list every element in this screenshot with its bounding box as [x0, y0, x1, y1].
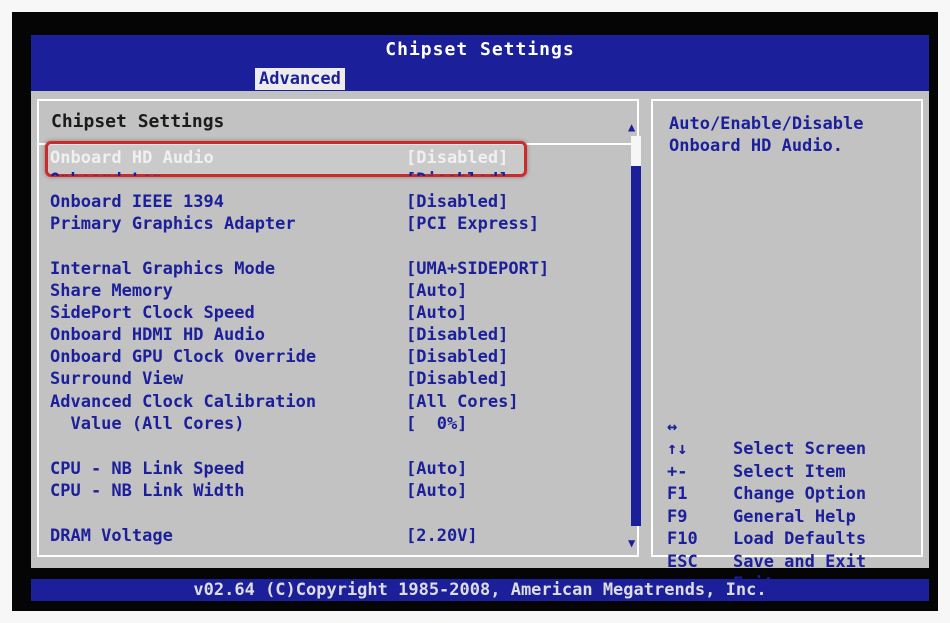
setting-advanced-clock-calibration[interactable]: Advanced Clock Calibration [All Cores]: [50, 391, 550, 413]
setting-value[interactable]: [2.20V]: [406, 525, 478, 547]
setting-label: Value (All Cores): [50, 414, 245, 434]
key-esc: ESC: [667, 551, 698, 572]
setting-value[interactable]: [Disabled]: [406, 368, 508, 390]
setting-label: Advanced Clock Calibration: [50, 392, 317, 412]
key-row: ↑↓ Select Item: [667, 416, 917, 482]
setting-hdmi-audio[interactable]: Onboard HDMI HD Audio [Disabled]: [50, 324, 550, 346]
settings-pane: Chipset Settings Onboard HD Audio [Disab…: [37, 99, 641, 557]
setting-label: Onboard HD Audio: [50, 148, 214, 168]
setting-onboard-ieee1394[interactable]: Onboard IEEE 1394 [Disabled]: [50, 191, 550, 213]
scroll-up-icon[interactable]: ▲: [628, 121, 635, 133]
setting-label: SidePort Clock Speed: [50, 303, 255, 323]
key-row: F1 General Help: [667, 461, 917, 527]
setting-label: Share Memory: [50, 281, 173, 301]
setting-value[interactable]: [Disabled]: [406, 147, 508, 169]
tab-advanced[interactable]: Advanced: [255, 68, 345, 90]
setting-value[interactable]: [Disabled]: [406, 191, 508, 213]
setting-label: Onboard IEEE 1394: [50, 192, 224, 212]
setting-value[interactable]: [All Cores]: [406, 391, 519, 413]
setting-label: Onboard HDMI HD Audio: [50, 325, 265, 345]
setting-label: Internal Graphics Mode: [50, 259, 276, 279]
key-row: ↔ Select Screen: [667, 393, 917, 460]
bios-title: Chipset Settings: [385, 39, 575, 60]
help-text: Auto/Enable/Disable Onboard HD Audio.: [669, 114, 864, 156]
setting-value-all-cores[interactable]: Value (All Cores) [ 0%]: [50, 413, 550, 435]
setting-primary-graphics[interactable]: Primary Graphics Adapter [PCI Express]: [50, 213, 550, 235]
scroll-thumb[interactable]: [631, 166, 641, 526]
scroll-down-icon[interactable]: ▼: [628, 537, 635, 549]
setting-value[interactable]: [Auto]: [406, 480, 467, 502]
setting-label: CPU - NB Link Width: [50, 481, 245, 501]
key-legend: ↔ Select Screen ↑↓ Select Item +- Change…: [667, 393, 917, 595]
setting-gpu-clock-override[interactable]: Onboard GPU Clock Override [Disabled]: [50, 346, 550, 368]
setting-value[interactable]: [Auto]: [406, 280, 467, 302]
help-pane: Auto/Enable/Disable Onboard HD Audio. ↔ …: [651, 99, 923, 595]
bios-panel: Chipset Settings Onboard HD Audio [Disab…: [31, 91, 929, 595]
setting-onboard-hd-audio[interactable]: Onboard HD Audio [Disabled]: [50, 147, 550, 169]
setting-label: Surround View: [50, 369, 184, 389]
header-strip: [31, 71, 929, 91]
setting-value[interactable]: [Disabled]: [406, 324, 508, 346]
key-row: F9 Load Defaults: [667, 483, 917, 550]
setting-label: DRAM Voltage: [50, 526, 173, 546]
key-row: ESC Exit: [667, 528, 917, 595]
copyright-footer: v02.64 (C)Copyright 1985-2008, American …: [31, 579, 929, 601]
setting-value[interactable]: [PCI Express]: [406, 213, 539, 235]
key-row: F10 Save and Exit: [667, 506, 917, 572]
setting-surround-view[interactable]: Surround View [Disabled]: [50, 368, 550, 390]
setting-cpu-nb-link-speed[interactable]: CPU - NB Link Speed [Auto]: [50, 458, 550, 480]
setting-value[interactable]: [Disabled]: [406, 169, 508, 176]
setting-cpu-nb-link-width[interactable]: CPU - NB Link Width [Auto]: [50, 480, 550, 502]
setting-label: Onboard GPU Clock Override: [50, 347, 317, 367]
setting-internal-graphics-mode[interactable]: Internal Graphics Mode [UMA+SIDEPORT]: [50, 258, 550, 280]
setting-value[interactable]: [UMA+SIDEPORT]: [406, 258, 549, 280]
setting-sideport-clock[interactable]: SidePort Clock Speed [Auto]: [50, 302, 550, 324]
setting-value[interactable]: [Auto]: [406, 458, 467, 480]
setting-value[interactable]: [Disabled]: [406, 346, 508, 368]
setting-share-memory[interactable]: Share Memory [Auto]: [50, 280, 550, 302]
scrollbar[interactable]: [631, 136, 641, 526]
setting-label: Primary Graphics Adapter: [50, 214, 296, 234]
bios-header: Chipset Settings Advanced: [31, 35, 929, 91]
bios-screen: Chipset Settings Advanced Chipset Settin…: [12, 12, 938, 611]
key-row: +- Change Option: [667, 438, 917, 505]
setting-dram-voltage[interactable]: DRAM Voltage [2.20V]: [50, 525, 550, 547]
setting-label: CPU - NB Link Speed: [50, 459, 245, 479]
section-title: Chipset Settings: [51, 111, 225, 132]
setting-value[interactable]: [ 0%]: [406, 413, 467, 435]
setting-value[interactable]: [Auto]: [406, 302, 467, 324]
